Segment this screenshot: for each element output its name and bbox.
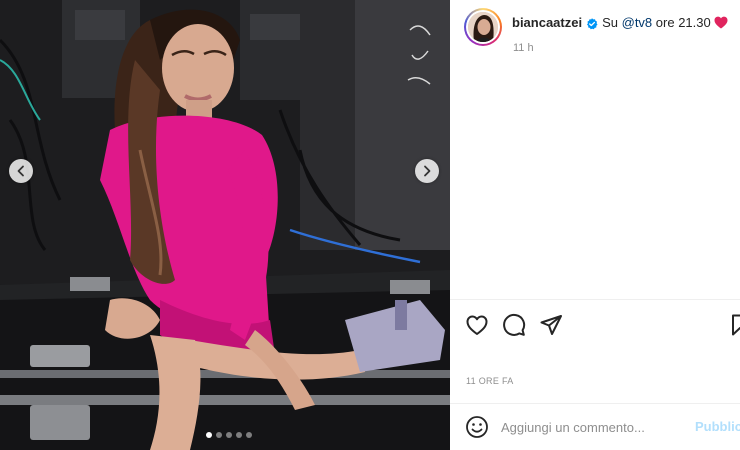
- caption-block: biancaatzei Su @tv8 ore 21.30 11 h: [512, 14, 728, 54]
- share-button[interactable]: [539, 313, 563, 337]
- carousel-dot: [226, 432, 232, 438]
- post-details-panel: biancaatzei Su @tv8 ore 21.30 11 h 11 OR…: [450, 0, 740, 450]
- caption-text: Su: [602, 15, 618, 30]
- profile-picture: [468, 12, 498, 42]
- avatar: [468, 12, 498, 42]
- verified-badge-icon: [586, 17, 598, 29]
- comment-input[interactable]: [501, 419, 681, 435]
- paper-plane-icon: [540, 315, 562, 335]
- carousel-dot: [246, 432, 252, 438]
- instagram-post: biancaatzei Su @tv8 ore 21.30 11 h 11 OR…: [0, 0, 740, 450]
- photo-scene: [0, 0, 450, 450]
- post-photo[interactable]: [0, 0, 450, 450]
- post-header: biancaatzei Su @tv8 ore 21.30 11 h: [464, 8, 740, 54]
- story-ring[interactable]: [464, 8, 502, 46]
- chevron-left-icon: [17, 165, 24, 177]
- publish-button[interactable]: Pubblica: [695, 419, 740, 434]
- carousel-dot: [216, 432, 222, 438]
- chevron-right-icon: [424, 165, 431, 177]
- save-button[interactable]: [728, 313, 740, 337]
- mention-link[interactable]: @tv8: [622, 14, 653, 31]
- bookmark-icon: [732, 314, 740, 336]
- caption-line: biancaatzei Su @tv8 ore 21.30: [512, 14, 728, 31]
- carousel-prev-button[interactable]: [9, 159, 33, 183]
- username-link[interactable]: biancaatzei: [512, 14, 582, 31]
- comment-bar: Pubblica: [450, 403, 740, 450]
- carousel-indicator: [206, 432, 252, 438]
- emoji-picker-button[interactable]: [465, 415, 489, 439]
- heart-outline-icon: [466, 315, 488, 335]
- carousel-next-button[interactable]: [415, 159, 439, 183]
- red-heart-emoji-icon: [714, 16, 728, 29]
- action-bar: [450, 299, 740, 359]
- comment-button[interactable]: [502, 313, 526, 337]
- carousel-dot: [236, 432, 242, 438]
- like-button[interactable]: [465, 313, 489, 337]
- time-ago[interactable]: 11 h: [513, 42, 728, 54]
- speech-bubble-icon: [503, 313, 526, 336]
- post-date[interactable]: 11 ORE FA: [466, 376, 514, 386]
- carousel-dot: [206, 432, 212, 438]
- caption-text-after: ore 21.30: [655, 15, 711, 30]
- smiley-icon: [466, 416, 488, 438]
